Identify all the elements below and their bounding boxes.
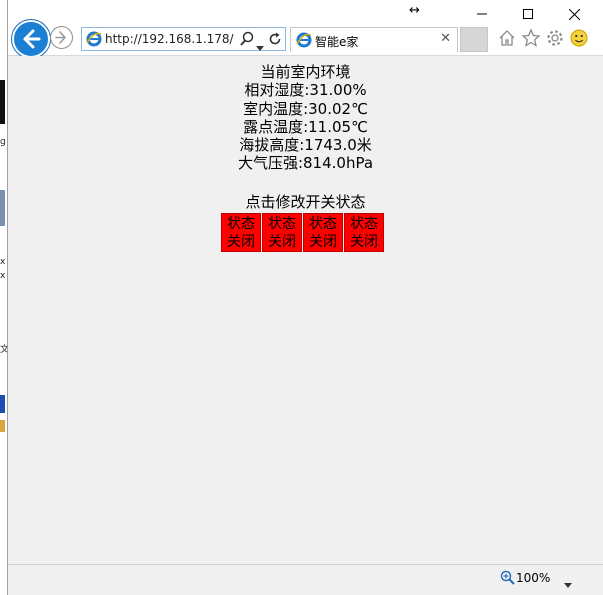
- forward-button[interactable]: [50, 26, 73, 49]
- switch-group: 状态 关闭 状态 关闭 状态 关闭 状态 关闭: [221, 213, 384, 252]
- address-url: http://192.168.1.178/: [105, 32, 234, 46]
- refresh-icon[interactable]: [268, 31, 282, 51]
- desktop-edge: g x x 文: [0, 0, 9, 595]
- close-button[interactable]: [551, 0, 597, 28]
- ie-logo-icon: [86, 31, 102, 51]
- new-tab-button[interactable]: [460, 27, 488, 52]
- zoom-level: 100%: [516, 571, 551, 585]
- switch-state-label: 状态: [227, 216, 255, 232]
- browser-window: ↔ http://192.168.1.178/ 智能e家 ✕ 当前室内环境 相对…: [7, 0, 603, 595]
- desktop-icon: [0, 420, 5, 432]
- back-arrow-icon: [23, 29, 41, 49]
- switch-state-value: 关闭: [268, 234, 296, 250]
- favorites-star-icon[interactable]: [521, 28, 541, 52]
- switch-4-button[interactable]: 状态 关闭: [344, 213, 384, 252]
- status-bar: 100%: [8, 564, 603, 595]
- home-icon[interactable]: [497, 28, 517, 52]
- title-bar: ↔: [8, 0, 603, 28]
- dropdown-arrow-icon[interactable]: [256, 36, 264, 55]
- address-bar[interactable]: http://192.168.1.178/: [81, 27, 286, 51]
- switch-3-button[interactable]: 状态 关闭: [303, 213, 343, 252]
- altitude-reading: 海拔高度:1743.0米: [239, 136, 372, 155]
- zoom-dropdown-icon[interactable]: [564, 573, 572, 592]
- smiley-feedback-icon[interactable]: [569, 28, 589, 52]
- switch-state-label: 状态: [309, 216, 337, 232]
- switch-state-value: 关闭: [309, 234, 337, 250]
- maximize-button[interactable]: [505, 0, 551, 28]
- pressure-reading: 大气压强:814.0hPa: [237, 154, 374, 173]
- switch-hint: 点击修改开关状态: [245, 193, 366, 211]
- desktop-label: x: [0, 257, 6, 267]
- search-icon[interactable]: [240, 31, 254, 51]
- tab-active[interactable]: 智能e家 ✕: [290, 27, 458, 52]
- desktop-icon: [0, 190, 5, 226]
- environment-panel: 当前室内环境 相对湿度:31.00% 室内温度:30.02℃ 露点温度:11.0…: [8, 63, 603, 173]
- tab-ie-logo-icon: [296, 32, 312, 52]
- desktop-label: g: [0, 137, 6, 147]
- resize-indicator: ↔: [409, 3, 420, 18]
- switch-state-label: 状态: [350, 216, 378, 232]
- indoor-temperature-reading: 室内温度:30.02℃: [243, 99, 368, 118]
- dew-point-reading: 露点温度:11.05℃: [243, 117, 368, 136]
- tab-close-icon[interactable]: ✕: [440, 31, 451, 46]
- humidity-reading: 相对湿度:31.00%: [244, 81, 367, 100]
- desktop-icon: [0, 395, 5, 413]
- close-icon: [568, 8, 580, 20]
- maximize-icon: [523, 9, 533, 19]
- switch-state-value: 关闭: [350, 234, 378, 250]
- switch-1-button[interactable]: 状态 关闭: [221, 213, 261, 252]
- switch-2-button[interactable]: 状态 关闭: [262, 213, 302, 252]
- tab-title: 智能e家: [315, 35, 359, 49]
- zoom-icon[interactable]: [500, 570, 515, 589]
- settings-gear-icon[interactable]: [545, 28, 565, 52]
- desktop-icon: [0, 80, 5, 124]
- switch-state-label: 状态: [268, 216, 296, 232]
- back-button[interactable]: [12, 20, 50, 58]
- navigation-bar: http://192.168.1.178/ 智能e家 ✕: [8, 20, 603, 58]
- switch-state-value: 关闭: [227, 234, 255, 250]
- forward-arrow-icon: [55, 31, 66, 44]
- desktop-label: x: [0, 271, 6, 281]
- minimize-icon: [477, 13, 487, 15]
- environment-heading: 当前室内环境: [260, 63, 351, 81]
- page-content: 当前室内环境 相对湿度:31.00% 室内温度:30.02℃ 露点温度:11.0…: [8, 56, 603, 565]
- minimize-button[interactable]: [459, 0, 505, 28]
